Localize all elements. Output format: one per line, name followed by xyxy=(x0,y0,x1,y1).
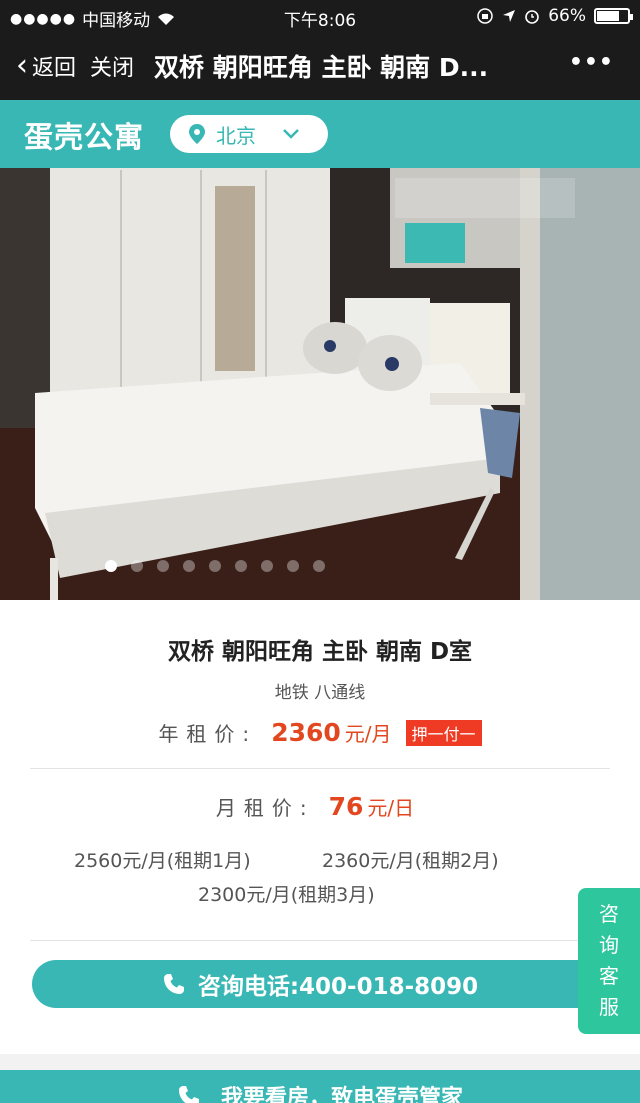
close-button[interactable]: 关闭 xyxy=(90,50,134,82)
top-bar: ●●●●● 中国移动 下午8:06 66% ‹ 返回 关闭 双桥 朝阳旺角 主卧… xyxy=(0,0,640,100)
book-viewing-bar[interactable]: 我要看房，致电蛋壳管家 xyxy=(0,1070,640,1103)
page-title: 双桥 朝阳旺角 主卧 朝南 D... xyxy=(154,53,489,82)
carousel-dot[interactable] xyxy=(287,560,299,572)
monthly-price-row: 月租价: 76 元/日 xyxy=(0,792,640,821)
city-label: 北京 xyxy=(216,123,256,148)
lock-rotation-icon xyxy=(477,8,493,24)
carousel-indicators xyxy=(0,560,640,572)
location-arrow-icon xyxy=(503,10,516,22)
alarm-icon xyxy=(525,10,540,24)
carousel-dot[interactable] xyxy=(105,560,117,572)
brand-header: 蛋壳公寓 北京 xyxy=(0,100,640,168)
deposit-badge: 押一付一 xyxy=(405,719,482,746)
brand-logo: 蛋壳公寓 xyxy=(24,120,145,154)
battery-percent: 66% xyxy=(548,6,586,26)
nav-bar: ‹ 返回 关闭 双桥 朝阳旺角 主卧 朝南 D... ••• xyxy=(0,38,640,94)
listing-card: 双桥 朝阳旺角 主卧 朝南 D室 地铁 八通线 年租价: 2360 元/月 押一… xyxy=(0,600,640,1054)
chevron-left-icon: ‹ xyxy=(16,48,28,83)
lease-term: 2300元/月(租期3月) xyxy=(198,884,375,906)
consult-char: 服 xyxy=(599,995,619,1019)
consult-char: 咨 xyxy=(599,902,619,926)
monthly-price-value: 76 xyxy=(328,792,364,821)
phone-icon xyxy=(178,1086,199,1103)
yearly-price-label: 年租价: xyxy=(158,722,258,746)
carousel-dot[interactable] xyxy=(157,560,169,572)
more-menu-button[interactable]: ••• xyxy=(569,50,614,75)
chevron-down-icon xyxy=(283,129,299,139)
city-selector[interactable]: 北京 xyxy=(170,115,328,153)
room-photo[interactable] xyxy=(0,168,640,600)
status-bar: ●●●●● 中国移动 下午8:06 66% xyxy=(0,0,640,34)
carousel-dot[interactable] xyxy=(235,560,247,572)
book-viewing-label: 我要看房，致电蛋壳管家 xyxy=(220,1086,463,1103)
customer-service-tab[interactable]: 咨 询 客 服 xyxy=(578,888,640,1034)
call-hotline-label: 咨询电话:400-018-8090 xyxy=(197,974,479,1000)
carousel-dot[interactable] xyxy=(183,560,195,572)
lease-term: 2360元/月(租期2月) xyxy=(322,850,499,872)
carousel-dot[interactable] xyxy=(261,560,273,572)
consult-char: 询 xyxy=(599,933,619,957)
divider xyxy=(30,768,610,769)
room-photo-image xyxy=(0,168,640,600)
location-pin-icon xyxy=(189,124,205,144)
carousel-dot[interactable] xyxy=(131,560,143,572)
battery-icon xyxy=(594,8,633,24)
carousel-dot[interactable] xyxy=(209,560,221,572)
phone-icon xyxy=(163,974,184,994)
yearly-price-value: 2360 xyxy=(271,718,341,747)
back-label: 返回 xyxy=(32,56,77,81)
back-button[interactable]: ‹ 返回 xyxy=(16,50,76,82)
lease-term: 2560元/月(租期1月) xyxy=(74,850,251,872)
yearly-price-row: 年租价: 2360 元/月 押一付一 xyxy=(0,718,640,747)
monthly-price-unit: 元/日 xyxy=(367,796,415,820)
subway-info: 地铁 八通线 xyxy=(274,683,366,703)
monthly-price-label: 月租价: xyxy=(215,796,315,820)
room-title: 双桥 朝阳旺角 主卧 朝南 D室 xyxy=(167,639,473,665)
consult-char: 客 xyxy=(599,964,619,988)
carousel-dot[interactable] xyxy=(313,560,325,572)
divider xyxy=(30,940,610,941)
call-hotline-button[interactable]: 咨询电话:400-018-8090 xyxy=(32,960,608,1008)
yearly-price-unit: 元/月 xyxy=(344,722,392,746)
